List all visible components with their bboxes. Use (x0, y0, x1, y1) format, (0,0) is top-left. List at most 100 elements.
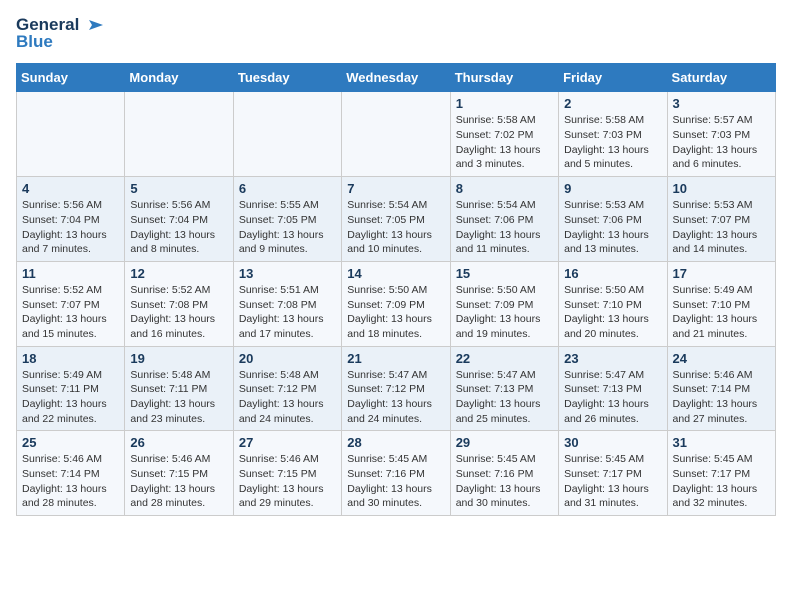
day-info: Sunrise: 5:46 AMSunset: 7:14 PMDaylight:… (673, 368, 770, 427)
day-cell: 23Sunrise: 5:47 AMSunset: 7:13 PMDayligh… (559, 346, 667, 431)
day-info: Sunrise: 5:47 AMSunset: 7:13 PMDaylight:… (564, 368, 661, 427)
week-row-4: 18Sunrise: 5:49 AMSunset: 7:11 PMDayligh… (17, 346, 776, 431)
day-number: 16 (564, 266, 661, 281)
header-saturday: Saturday (667, 64, 775, 92)
day-cell: 12 Sunrise: 5:52 AMSunset: 7:08 PMDayligh… (125, 261, 233, 346)
logo: General Blue (16, 16, 103, 51)
header-tuesday: Tuesday (233, 64, 341, 92)
day-number: 30 (564, 435, 661, 450)
day-info: Sunrise: 5:58 AMSunset: 7:03 PMDaylight:… (564, 113, 661, 172)
day-cell: 15 Sunrise: 5:50 AMSunset: 7:09 PMDayligh… (450, 261, 558, 346)
day-number: 12 (130, 266, 227, 281)
day-cell: 24 Sunrise: 5:46 AMSunset: 7:14 PMDayligh… (667, 346, 775, 431)
header-thursday: Thursday (450, 64, 558, 92)
day-info: Sunrise: 5:50 AMSunset: 7:09 PMDaylight:… (456, 283, 553, 342)
day-number: 10 (673, 181, 770, 196)
day-number: 21 (347, 351, 444, 366)
day-cell (233, 92, 341, 177)
day-number: 9 (564, 181, 661, 196)
day-cell: 17Sunrise: 5:49 AMSunset: 7:10 PMDayligh… (667, 261, 775, 346)
day-cell: 10 Sunrise: 5:53 AMSunset: 7:07 PMDayligh… (667, 177, 775, 262)
day-cell: 13 Sunrise: 5:51 AMSunset: 7:08 PMDayligh… (233, 261, 341, 346)
day-info: Sunrise: 5:52 AMSunset: 7:08 PMDaylight:… (130, 283, 227, 342)
day-info: Sunrise: 5:50 AMSunset: 7:10 PMDaylight:… (564, 283, 661, 342)
day-cell: 29Sunrise: 5:45 AMSunset: 7:16 PMDayligh… (450, 431, 558, 516)
day-info: Sunrise: 5:46 AMSunset: 7:15 PMDaylight:… (239, 452, 336, 511)
day-info: Sunrise: 5:46 AMSunset: 7:15 PMDaylight:… (130, 452, 227, 511)
day-number: 14 (347, 266, 444, 281)
day-number: 22 (456, 351, 553, 366)
day-info: Sunrise: 5:54 AMSunset: 7:06 PMDaylight:… (456, 198, 553, 257)
day-info: Sunrise: 5:45 AMSunset: 7:17 PMDaylight:… (673, 452, 770, 511)
day-number: 11 (22, 266, 119, 281)
day-cell: 30 Sunrise: 5:45 AMSunset: 7:17 PMDayligh… (559, 431, 667, 516)
logo-blue: Blue (16, 33, 103, 52)
header-wednesday: Wednesday (342, 64, 450, 92)
day-number: 24 (673, 351, 770, 366)
day-cell: 11 Sunrise: 5:52 AMSunset: 7:07 PMDayligh… (17, 261, 125, 346)
day-info: Sunrise: 5:58 AMSunset: 7:02 PMDaylight:… (456, 113, 553, 172)
logo-container: General Blue (16, 16, 103, 51)
day-number: 7 (347, 181, 444, 196)
day-info: Sunrise: 5:52 AMSunset: 7:07 PMDaylight:… (22, 283, 119, 342)
day-number: 4 (22, 181, 119, 196)
week-row-3: 11 Sunrise: 5:52 AMSunset: 7:07 PMDayligh… (17, 261, 776, 346)
day-info: Sunrise: 5:57 AMSunset: 7:03 PMDaylight:… (673, 113, 770, 172)
day-cell (17, 92, 125, 177)
day-cell: 27 Sunrise: 5:46 AMSunset: 7:15 PMDayligh… (233, 431, 341, 516)
header-monday: Monday (125, 64, 233, 92)
day-number: 15 (456, 266, 553, 281)
day-cell: 31 Sunrise: 5:45 AMSunset: 7:17 PMDayligh… (667, 431, 775, 516)
day-cell: 26 Sunrise: 5:46 AMSunset: 7:15 PMDayligh… (125, 431, 233, 516)
day-cell: 9 Sunrise: 5:53 AMSunset: 7:06 PMDaylight… (559, 177, 667, 262)
day-cell (125, 92, 233, 177)
day-info: Sunrise: 5:51 AMSunset: 7:08 PMDaylight:… (239, 283, 336, 342)
day-number: 17 (673, 266, 770, 281)
day-cell: 4Sunrise: 5:56 AMSunset: 7:04 PMDaylight… (17, 177, 125, 262)
day-number: 8 (456, 181, 553, 196)
day-cell: 20Sunrise: 5:48 AMSunset: 7:12 PMDayligh… (233, 346, 341, 431)
logo-bird-icon (81, 16, 103, 34)
day-info: Sunrise: 5:45 AMSunset: 7:17 PMDaylight:… (564, 452, 661, 511)
day-number: 27 (239, 435, 336, 450)
day-info: Sunrise: 5:53 AMSunset: 7:06 PMDaylight:… (564, 198, 661, 257)
day-cell: 3Sunrise: 5:57 AMSunset: 7:03 PMDaylight… (667, 92, 775, 177)
day-info: Sunrise: 5:53 AMSunset: 7:07 PMDaylight:… (673, 198, 770, 257)
week-row-1: 1 Sunrise: 5:58 AMSunset: 7:02 PMDaylight… (17, 92, 776, 177)
week-row-2: 4 Sunrise: 5:56 AMSunset: 7:04 PMDaylight… (17, 177, 776, 262)
day-info: Sunrise: 5:45 AMSunset: 7:16 PMDaylight:… (456, 452, 553, 511)
day-number: 26 (130, 435, 227, 450)
day-info: Sunrise: 5:55 AMSunset: 7:05 PMDaylight:… (239, 198, 336, 257)
day-cell: 21Sunrise: 5:47 AMSunset: 7:12 PMDayligh… (342, 346, 450, 431)
day-info: Sunrise: 5:48 AMSunset: 7:11 PMDaylight:… (130, 368, 227, 427)
day-cell: 19 Sunrise: 5:48 AMSunset: 7:11 PMDayligh… (125, 346, 233, 431)
day-cell: 14 Sunrise: 5:50 AMSunset: 7:09 PMDayligh… (342, 261, 450, 346)
day-cell: 1 Sunrise: 5:58 AMSunset: 7:02 PMDaylight… (450, 92, 558, 177)
day-number: 31 (673, 435, 770, 450)
day-info: Sunrise: 5:56 AMSunset: 7:04 PMDaylight:… (130, 198, 227, 257)
day-cell: 8 Sunrise: 5:54 AMSunset: 7:06 PMDaylight… (450, 177, 558, 262)
day-number: 5 (130, 181, 227, 196)
header-friday: Friday (559, 64, 667, 92)
day-number: 18 (22, 351, 119, 366)
day-number: 2 (564, 96, 661, 111)
day-cell: 6 Sunrise: 5:55 AMSunset: 7:05 PMDaylight… (233, 177, 341, 262)
day-cell: 16 Sunrise: 5:50 AMSunset: 7:10 PMDayligh… (559, 261, 667, 346)
day-cell: 5 Sunrise: 5:56 AMSunset: 7:04 PMDaylight… (125, 177, 233, 262)
day-info: Sunrise: 5:54 AMSunset: 7:05 PMDaylight:… (347, 198, 444, 257)
day-number: 1 (456, 96, 553, 111)
day-info: Sunrise: 5:50 AMSunset: 7:09 PMDaylight:… (347, 283, 444, 342)
day-number: 6 (239, 181, 336, 196)
day-number: 25 (22, 435, 119, 450)
day-cell: 22Sunrise: 5:47 AMSunset: 7:13 PMDayligh… (450, 346, 558, 431)
calendar-header-row: SundayMondayTuesdayWednesdayThursdayFrid… (17, 64, 776, 92)
day-cell: 18Sunrise: 5:49 AMSunset: 7:11 PMDayligh… (17, 346, 125, 431)
day-number: 13 (239, 266, 336, 281)
day-number: 28 (347, 435, 444, 450)
day-cell: 28Sunrise: 5:45 AMSunset: 7:16 PMDayligh… (342, 431, 450, 516)
day-cell: 2 Sunrise: 5:58 AMSunset: 7:03 PMDaylight… (559, 92, 667, 177)
day-cell: 25Sunrise: 5:46 AMSunset: 7:14 PMDayligh… (17, 431, 125, 516)
day-cell: 7 Sunrise: 5:54 AMSunset: 7:05 PMDaylight… (342, 177, 450, 262)
day-number: 19 (130, 351, 227, 366)
header-sunday: Sunday (17, 64, 125, 92)
